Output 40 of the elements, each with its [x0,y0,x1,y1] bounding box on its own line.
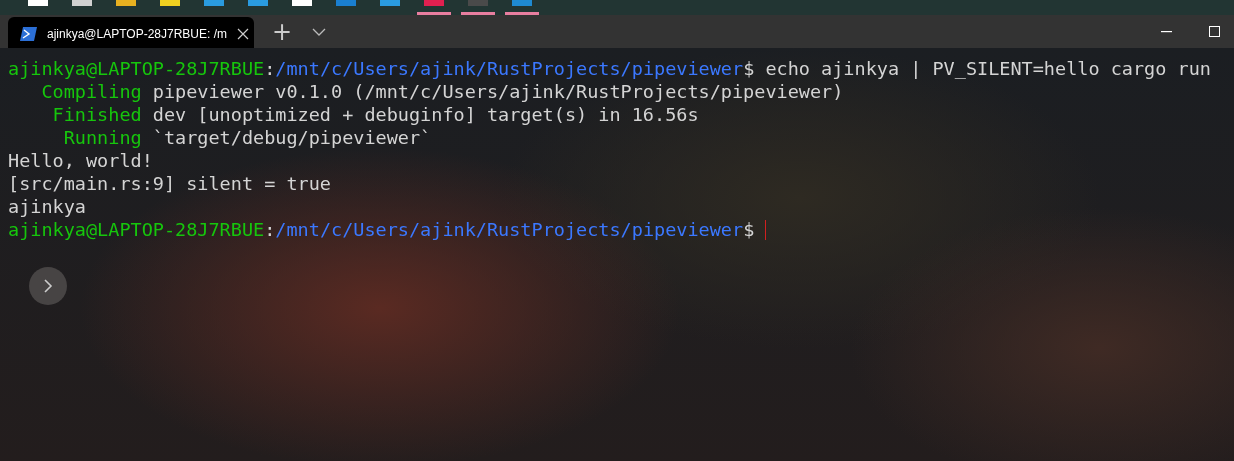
maximize-icon[interactable] [1209,26,1220,37]
prompt-path: /mnt/c/Users/ajink/RustProjects/pipeviewer [275,57,744,80]
output-text: ajinkya [8,195,86,218]
chevron-right-icon [43,278,53,294]
output-text: : [264,57,276,80]
app-icon[interactable] [424,0,444,6]
status-label: Running [62,126,142,149]
prompt-user: ajinkya@LAPTOP-28J7RBUE [8,218,265,241]
app-icon[interactable] [204,0,224,6]
expand-button[interactable] [29,267,67,305]
output-text: `target/debug/pipeviewer` [151,126,432,149]
app-icon[interactable] [512,0,532,6]
dropdown-icon[interactable] [312,27,327,36]
app-icon[interactable] [292,0,312,6]
new-tab-button[interactable]: + [266,19,299,44]
tab-title: ajinkya@LAPTOP-28J7RBUE: /m [47,26,228,41]
output-text: $ [743,218,756,241]
prompt-path: /mnt/c/Users/ajink/RustProjects/pipeviewer [275,218,744,241]
output-text: dev [unoptimized + debuginfo] target(s) in 16.56s [151,103,699,126]
status-label: Compiling [40,80,142,103]
powershell-icon [20,26,37,41]
output-text: $ echo ajinkya | PV_SILENT=hello cargo run [743,57,1211,80]
terminal-tab[interactable]: ajinkya@LAPTOP-28J7RBUE: /m [8,17,254,50]
minimize-icon[interactable] [1161,30,1172,33]
app-icon[interactable] [336,0,356,6]
app-icon[interactable] [28,0,48,6]
status-label: Finished [51,103,142,126]
app-icon[interactable] [248,0,268,6]
output-text: : [264,218,276,241]
app-icon[interactable] [468,0,488,6]
close-icon[interactable] [237,27,250,40]
app-icon[interactable] [380,0,400,6]
text-cursor [765,219,767,240]
app-icon[interactable] [72,0,92,6]
output-text: [src/main.rs:9] silent = true [8,172,331,195]
prompt-user: ajinkya@LAPTOP-28J7RBUE [8,57,265,80]
app-icon[interactable] [116,0,136,6]
app-icon[interactable] [160,0,180,6]
output-text: Hello, world! [8,149,153,172]
output-text: pipeviewer v0.1.0 (/mnt/c/Users/ajink/RustProjects/pipeviewer) [151,80,844,103]
